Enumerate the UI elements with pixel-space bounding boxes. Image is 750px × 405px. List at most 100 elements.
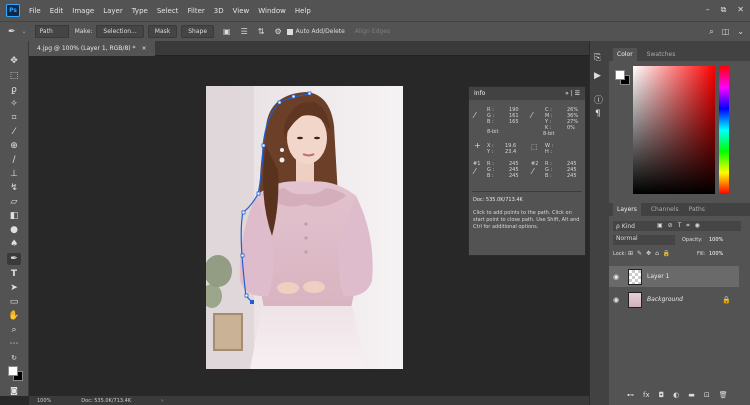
tab-swatches[interactable]: Swatches — [647, 51, 676, 58]
actions-panel-icon[interactable]: ▶ — [594, 71, 601, 81]
make-mask-button[interactable]: Mask — [147, 25, 178, 38]
add-mask-icon[interactable]: ◘ — [659, 391, 665, 399]
new-group-icon[interactable]: ▬ — [688, 391, 695, 399]
layer-name[interactable]: Layer 1 — [647, 273, 669, 280]
tab-color[interactable]: Color — [613, 48, 637, 61]
document-tab-bar: 4.jpg @ 100% (Layer 1, RGB/8) * × — [29, 41, 596, 56]
hue-slider[interactable] — [719, 66, 729, 194]
layer-filter-select[interactable]: ρ Kind ▣⊘T⌗◉ — [613, 221, 741, 231]
menu-select[interactable]: Select — [157, 7, 179, 15]
adjustment-layer-icon[interactable]: ◐ — [673, 391, 679, 399]
delete-layer-icon[interactable]: 🗑 — [719, 391, 728, 399]
menu-help[interactable]: Help — [295, 7, 311, 15]
blend-mode-select[interactable]: Normal — [613, 235, 675, 245]
auto-add-delete-checkbox[interactable] — [286, 28, 293, 35]
close-window-icon[interactable]: ✕ — [737, 5, 744, 15]
info-panel[interactable]: Info » | ☰ ⁄ R : G : B : 190 161 165 8-b… — [468, 86, 586, 256]
fill-label: Fill: — [697, 251, 706, 257]
zoom-level[interactable]: 100% — [37, 398, 51, 404]
share-icon[interactable]: ⌄ — [737, 27, 744, 37]
restore-icon[interactable]: ⧉ — [721, 5, 727, 15]
menu-image[interactable]: Image — [72, 7, 94, 15]
align-edges-option[interactable]: Align Edges — [355, 28, 390, 35]
crosshair-icon: + — [474, 141, 481, 150]
workspace-icon[interactable]: ◫ — [722, 27, 730, 37]
menu-edit[interactable]: Edit — [50, 7, 64, 15]
chevron-down-icon[interactable]: ⌄ — [22, 28, 27, 35]
quick-mask-icon[interactable]: ◙ — [7, 384, 21, 396]
pen-tool-icon[interactable]: ✒ — [7, 253, 21, 265]
path-arrangement-icon[interactable]: ⇅ — [258, 27, 265, 36]
magic-wand-tool-icon[interactable]: ✧ — [7, 98, 21, 110]
gradient-tool-icon[interactable]: ◧ — [7, 210, 21, 222]
path-alignment-icon[interactable]: ☰ — [241, 27, 248, 36]
menu-type[interactable]: Type — [132, 7, 148, 15]
search-icon[interactable]: ⌕ — [709, 27, 713, 37]
document-tab[interactable]: 4.jpg @ 100% (Layer 1, RGB/8) * × — [29, 41, 155, 56]
gear-icon[interactable]: ⚙ — [274, 27, 281, 36]
path-selection-tool-icon[interactable]: ➤ — [7, 282, 21, 294]
make-selection-button[interactable]: Selection... — [96, 25, 144, 38]
hand-tool-icon[interactable]: ✋ — [7, 310, 21, 322]
layer-row-layer1[interactable]: ◉ Layer 1 — [609, 266, 739, 287]
opacity-value[interactable]: 100% — [709, 237, 723, 243]
dodge-tool-icon[interactable]: ♠ — [7, 238, 21, 250]
link-layers-icon[interactable]: ⊷ — [627, 391, 634, 399]
tab-layers[interactable]: Layers — [613, 203, 641, 216]
swap-colors-icon[interactable]: ↻ — [7, 352, 21, 364]
document-canvas-image[interactable] — [206, 86, 403, 369]
visibility-eye-icon[interactable]: ◉ — [609, 273, 623, 281]
tab-channels[interactable]: Channels — [651, 206, 679, 213]
lock-icons[interactable]: ⊞✎✥⌂🔒 — [628, 250, 674, 257]
more-tools-icon[interactable]: ⋯ — [7, 338, 21, 350]
fx-icon[interactable]: fx — [643, 391, 650, 399]
lasso-tool-icon[interactable]: ϼ — [7, 84, 21, 96]
menu-3d[interactable]: 3D — [214, 7, 224, 15]
visibility-eye-icon[interactable]: ◉ — [609, 296, 623, 304]
history-brush-tool-icon[interactable]: ↯ — [7, 182, 21, 194]
pen-tool-preset-icon[interactable]: ✒ — [8, 27, 16, 37]
type-tool-icon[interactable]: T — [7, 268, 21, 280]
rectangle-tool-icon[interactable]: ▭ — [7, 296, 21, 308]
fg-color-chip[interactable] — [615, 70, 625, 80]
menu-file[interactable]: File — [29, 7, 41, 15]
eraser-tool-icon[interactable]: ▱ — [7, 196, 21, 208]
make-shape-button[interactable]: Shape — [181, 25, 215, 38]
options-bar: ✒ ⌄ Path Make: Selection... Mask Shape ▣… — [0, 21, 750, 41]
history-panel-icon[interactable]: ⎘ — [594, 53, 601, 63]
kind-label: ρ Kind — [616, 222, 635, 230]
zoom-tool-icon[interactable]: ⌕ — [7, 324, 21, 336]
healing-brush-tool-icon[interactable]: ⊕ — [7, 140, 21, 152]
foreground-color-swatch[interactable] — [8, 366, 18, 376]
new-layer-icon[interactable]: ⊡ — [704, 391, 710, 399]
layer-row-background[interactable]: ◉ Background 🔒 — [609, 289, 739, 310]
s1-b-value: 245 — [509, 173, 519, 179]
brush-tool-icon[interactable]: ∕ — [7, 154, 21, 166]
eyedropper-tool-icon[interactable]: ⁄ — [7, 126, 21, 138]
panel-menu-icon[interactable]: » | ☰ — [565, 90, 580, 97]
layer-name[interactable]: Background — [647, 296, 683, 303]
filter-icons[interactable]: ▣⊘T⌗◉ — [657, 222, 705, 230]
info-panel-icon[interactable]: ⓘ — [594, 93, 603, 106]
move-tool-icon[interactable]: ✥ — [7, 55, 21, 67]
menu-layer[interactable]: Layer — [103, 7, 123, 15]
info-tab[interactable]: Info — [474, 90, 485, 97]
b-value: 165 — [509, 119, 519, 125]
blur-tool-icon[interactable]: ● — [7, 224, 21, 236]
crop-tool-icon[interactable]: ⌗ — [7, 112, 21, 124]
menu-view[interactable]: View — [233, 7, 250, 15]
tool-mode-select[interactable]: Path — [34, 25, 69, 38]
marquee-tool-icon[interactable]: ⬚ — [7, 70, 21, 82]
clone-stamp-tool-icon[interactable]: ⊥ — [7, 168, 21, 180]
sampler-2-icon: ⁄ — [532, 167, 534, 176]
paragraph-panel-icon[interactable]: ¶ — [595, 109, 601, 119]
menu-window[interactable]: Window — [258, 7, 286, 15]
fill-value[interactable]: 100% — [709, 251, 723, 257]
status-menu-arrow[interactable]: › — [161, 398, 163, 404]
path-operations-icon[interactable]: ▣ — [223, 27, 231, 36]
minimize-icon[interactable]: – — [706, 5, 710, 15]
tab-paths[interactable]: Paths — [689, 206, 705, 213]
color-picker-field[interactable] — [633, 66, 715, 194]
close-tab-icon[interactable]: × — [142, 45, 147, 52]
menu-filter[interactable]: Filter — [187, 7, 204, 15]
